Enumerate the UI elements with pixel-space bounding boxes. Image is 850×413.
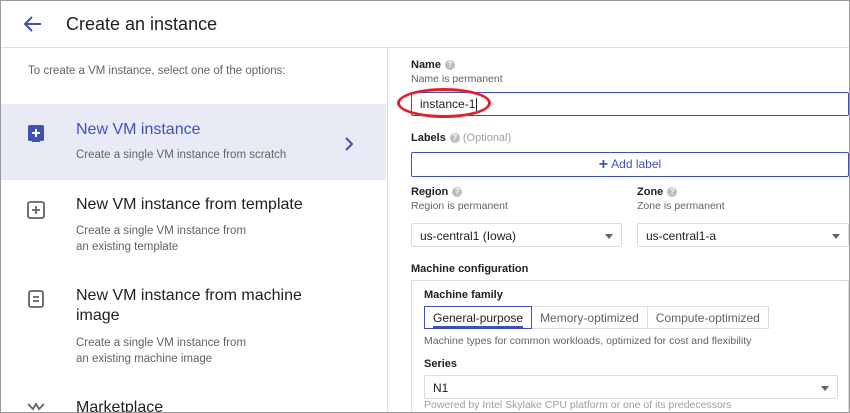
option-new-vm-from-template[interactable]: New VM instance from template Create a s… — [1, 180, 386, 262]
series-value: N1 — [433, 381, 449, 395]
option-title-line2: image — [76, 307, 120, 324]
option-description: Create a single VM instance from scratch — [76, 149, 287, 161]
zone-value: us-central1-a — [646, 229, 717, 243]
machine-family-label: Machine family — [424, 289, 503, 301]
option-marketplace[interactable]: Marketplace — [1, 386, 386, 413]
labels-label: Labels? (Optional) — [411, 132, 512, 144]
create-options-panel: To create a VM instance, select one of t… — [1, 48, 388, 413]
optional-tag: (Optional) — [462, 132, 512, 144]
dropdown-arrow-icon — [821, 386, 829, 391]
region-select[interactable]: us-central1 (Iowa) — [411, 223, 622, 247]
region-value: us-central1 (Iowa) — [420, 229, 517, 243]
help-icon[interactable]: ? — [449, 133, 460, 144]
machine-config-title: Machine configuration — [411, 263, 529, 275]
option-title: New VM instance — [76, 121, 201, 138]
marketplace-icon — [27, 402, 45, 411]
tab-general-purpose[interactable]: General-purpose — [424, 306, 533, 329]
dropdown-arrow-icon — [832, 234, 840, 239]
option-description-line2: an existing machine image — [76, 353, 213, 365]
region-hint: Region is permanent — [411, 200, 508, 212]
chevron-right-icon — [345, 137, 354, 151]
machine-config-box: Machine family General-purpose Memory-op… — [411, 280, 849, 412]
page-header: Create an instance — [1, 1, 849, 48]
help-icon[interactable]: ? — [444, 60, 455, 71]
back-arrow-icon[interactable] — [21, 12, 45, 36]
option-title: Marketplace — [76, 399, 164, 413]
zone-select[interactable]: us-central1-a — [637, 223, 849, 247]
option-description-line1: Create a single VM instance from — [76, 225, 247, 237]
name-input[interactable]: instance-1 — [411, 92, 849, 116]
machine-family-tabs: General-purpose Memory-optimized Compute… — [424, 306, 769, 329]
option-description-line1: Create a single VM instance from — [76, 337, 247, 349]
zone-hint: Zone is permanent — [637, 200, 725, 212]
series-note: Powered by Intel Skylake CPU platform or… — [424, 399, 732, 411]
add-label-button[interactable]: + Add label — [411, 152, 849, 177]
zone-label: Zone? — [637, 186, 678, 198]
add-instance-icon — [28, 125, 44, 142]
add-label-text: Add label — [611, 157, 662, 171]
option-description-line2: an existing template — [76, 241, 179, 253]
page-title: Create an instance — [66, 14, 218, 34]
series-label: Series — [424, 358, 458, 370]
option-new-vm-instance[interactable]: New VM instance Create a single VM insta… — [1, 104, 386, 180]
name-label: Name? — [411, 59, 455, 71]
name-hint: Name is permanent — [411, 73, 503, 85]
region-label: Region? — [411, 186, 463, 198]
options-intro: To create a VM instance, select one of t… — [28, 65, 286, 77]
option-new-vm-from-machine-image[interactable]: New VM instance from machine image Creat… — [1, 262, 386, 372]
name-input-value: instance-1 — [420, 97, 476, 111]
machine-image-icon — [28, 290, 44, 308]
series-select[interactable]: N1 — [424, 375, 838, 399]
instance-form: Name? Name is permanent instance-1 Label… — [388, 48, 849, 412]
machine-family-note: Machine types for common workloads, opti… — [424, 335, 752, 347]
option-title: New VM instance from template — [76, 196, 303, 213]
app-window: Create an instance To create a VM instan… — [0, 0, 850, 413]
help-icon[interactable]: ? — [667, 187, 678, 198]
help-icon[interactable]: ? — [452, 187, 463, 198]
tab-compute-optimized[interactable]: Compute-optimized — [646, 306, 769, 329]
dropdown-arrow-icon — [605, 234, 613, 239]
tab-memory-optimized[interactable]: Memory-optimized — [531, 306, 648, 329]
text-caret — [476, 98, 478, 112]
plus-icon: + — [598, 156, 609, 173]
template-icon — [27, 201, 45, 219]
option-title-line1: New VM instance from machine — [76, 287, 302, 304]
